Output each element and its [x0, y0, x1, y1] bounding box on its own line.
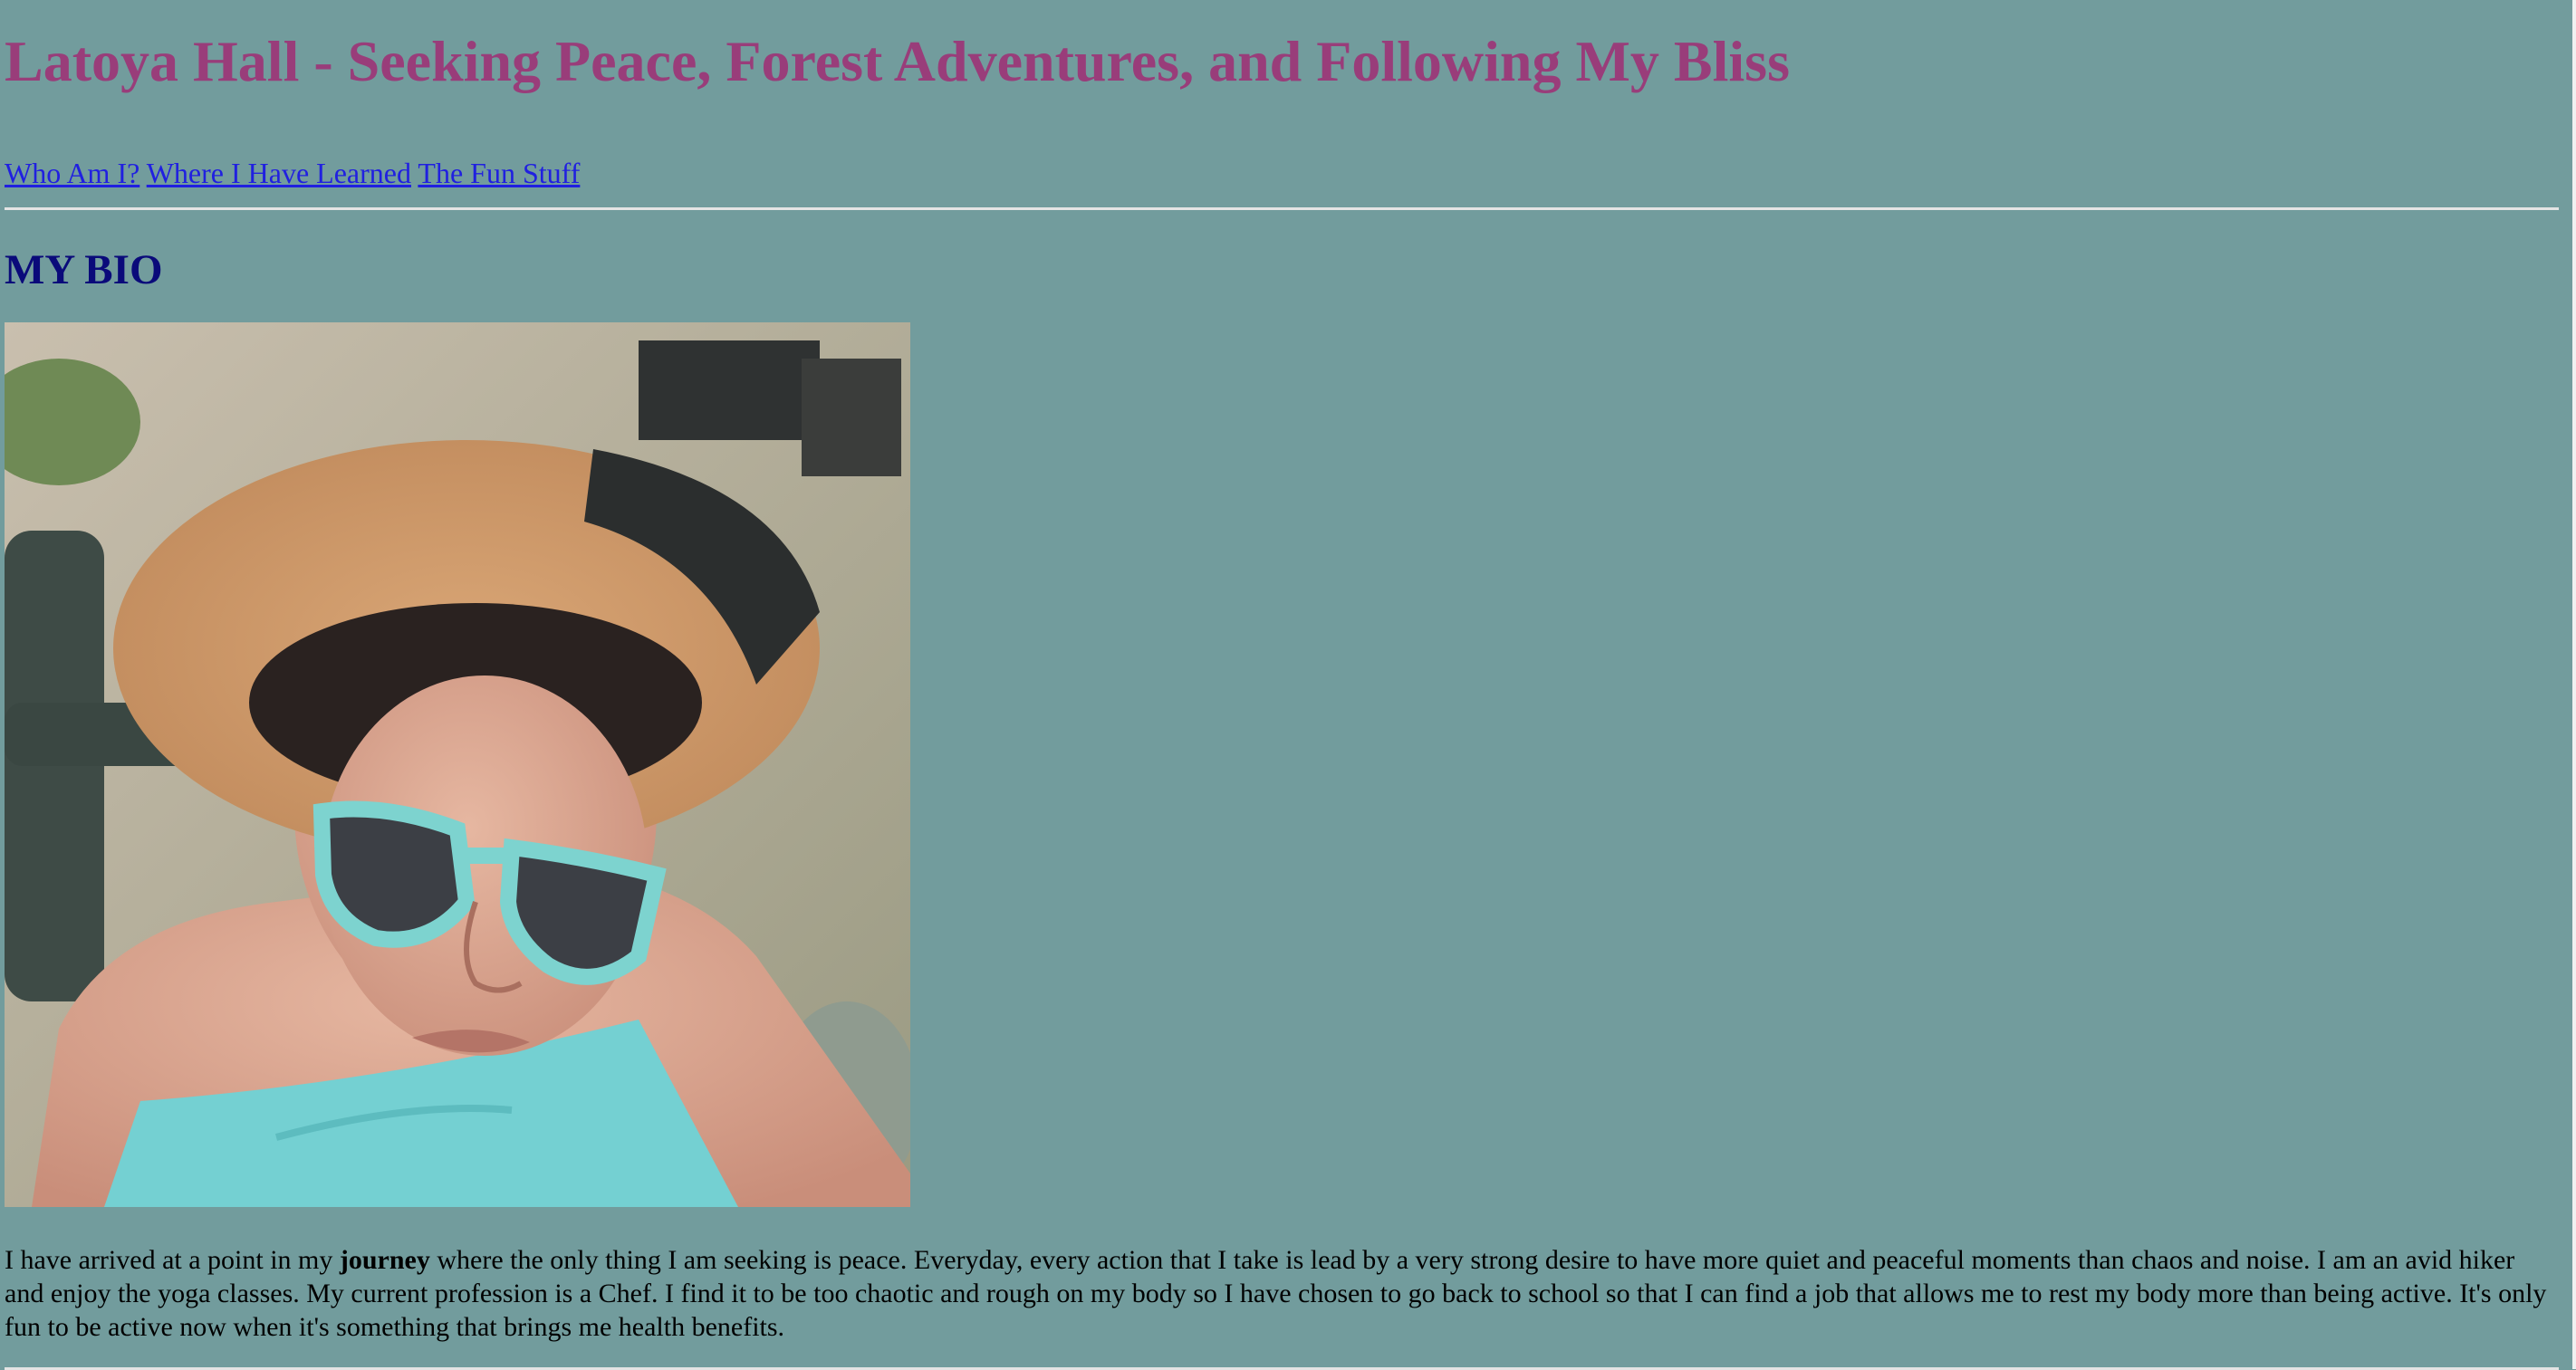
- page: Latoya Hall - Seeking Peace, Forest Adve…: [0, 0, 2567, 1370]
- bio-text-emphasis: journey: [339, 1245, 430, 1275]
- nav-link-fun-stuff[interactable]: The Fun Stuff: [418, 157, 580, 189]
- profile-photo-illustration: [5, 322, 910, 1207]
- bio-paragraph: I have arrived at a point in my journey …: [5, 1243, 2550, 1344]
- nav-link-who-am-i[interactable]: Who Am I?: [5, 157, 139, 189]
- bio-heading: MY BIO: [5, 246, 163, 293]
- nav-link-where-i-have-learned[interactable]: Where I Have Learned: [147, 157, 411, 189]
- window-scrollbar[interactable]: [2572, 0, 2576, 1369]
- profile-photo: [5, 322, 910, 1207]
- main-nav: Who Am I? Where I Have Learned The Fun S…: [5, 156, 2562, 190]
- bio-text-start: I have arrived at a point in my: [5, 1245, 340, 1275]
- divider-top: [5, 207, 2559, 210]
- page-title: Latoya Hall - Seeking Peace, Forest Adve…: [5, 29, 1790, 93]
